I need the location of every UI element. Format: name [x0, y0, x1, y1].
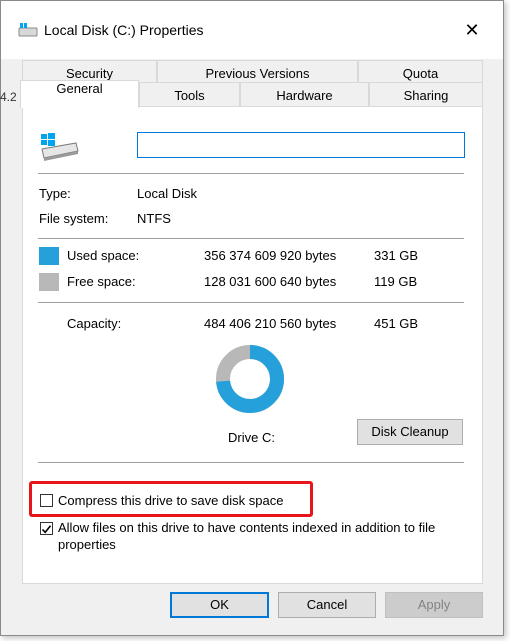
index-label-line1[interactable]: Allow files on this drive to have conten… — [58, 520, 435, 535]
window-title: Local Disk (C:) Properties — [44, 22, 204, 38]
divider — [38, 173, 464, 174]
compress-checkbox[interactable] — [40, 494, 53, 507]
ok-button-label: OK — [210, 597, 229, 612]
drive-label: Drive C: — [228, 430, 275, 445]
tab-sharing[interactable]: Sharing — [369, 82, 483, 107]
used-space-label: Used space: — [67, 248, 140, 263]
free-space-bytes: 128 031 600 640 bytes — [204, 274, 337, 289]
divider — [38, 238, 464, 239]
free-space-label: Free space: — [67, 274, 136, 289]
tab-quota-label: Quota — [402, 66, 439, 81]
compress-label[interactable]: Compress this drive to save disk space — [58, 493, 283, 508]
cancel-button[interactable]: Cancel — [278, 592, 376, 618]
background-window-text: 4.2 — [0, 90, 17, 104]
type-label: Type: — [39, 186, 71, 201]
drive-title-icon — [18, 23, 38, 37]
tab-tools[interactable]: Tools — [139, 82, 240, 107]
file-system-value: NTFS — [137, 211, 171, 226]
ok-button[interactable]: OK — [170, 592, 269, 618]
free-space-size: 119 GB — [374, 274, 418, 289]
tab-previous-versions-label: Previous Versions — [205, 66, 310, 81]
drive-name-input[interactable] — [137, 132, 465, 158]
cancel-button-label: Cancel — [306, 597, 348, 612]
checkmark-icon — [41, 525, 52, 534]
apply-button[interactable]: Apply — [385, 592, 483, 618]
index-checkbox[interactable] — [40, 522, 53, 535]
file-system-label: File system: — [39, 211, 109, 226]
capacity-size: 451 GB — [374, 316, 419, 331]
tab-general-label: General — [56, 81, 103, 96]
disk-cleanup-button[interactable]: Disk Cleanup — [357, 419, 463, 445]
tab-tools-label: Tools — [174, 88, 205, 103]
divider — [38, 462, 464, 463]
divider — [38, 302, 464, 303]
apply-button-label: Apply — [417, 597, 451, 612]
used-space-swatch — [39, 247, 59, 265]
tab-sharing-label: Sharing — [403, 88, 449, 103]
used-space-size: 331 GB — [374, 248, 419, 263]
free-space-swatch — [39, 273, 59, 291]
used-space-bytes: 356 374 609 920 bytes — [204, 248, 337, 263]
tab-hardware[interactable]: Hardware — [240, 82, 369, 107]
type-value: Local Disk — [137, 186, 197, 201]
capacity-bytes: 484 406 210 560 bytes — [204, 316, 337, 331]
disk-usage-donut — [216, 345, 284, 413]
close-button[interactable]: ✕ — [460, 18, 484, 42]
disk-cleanup-button-label: Disk Cleanup — [371, 424, 449, 439]
index-label-line2[interactable]: properties — [58, 537, 116, 552]
capacity-label: Capacity: — [67, 316, 122, 331]
tab-security-label: Security — [66, 66, 113, 81]
tab-general[interactable]: General — [20, 80, 139, 108]
tab-hardware-label: Hardware — [276, 88, 333, 103]
drive-icon — [41, 133, 79, 161]
